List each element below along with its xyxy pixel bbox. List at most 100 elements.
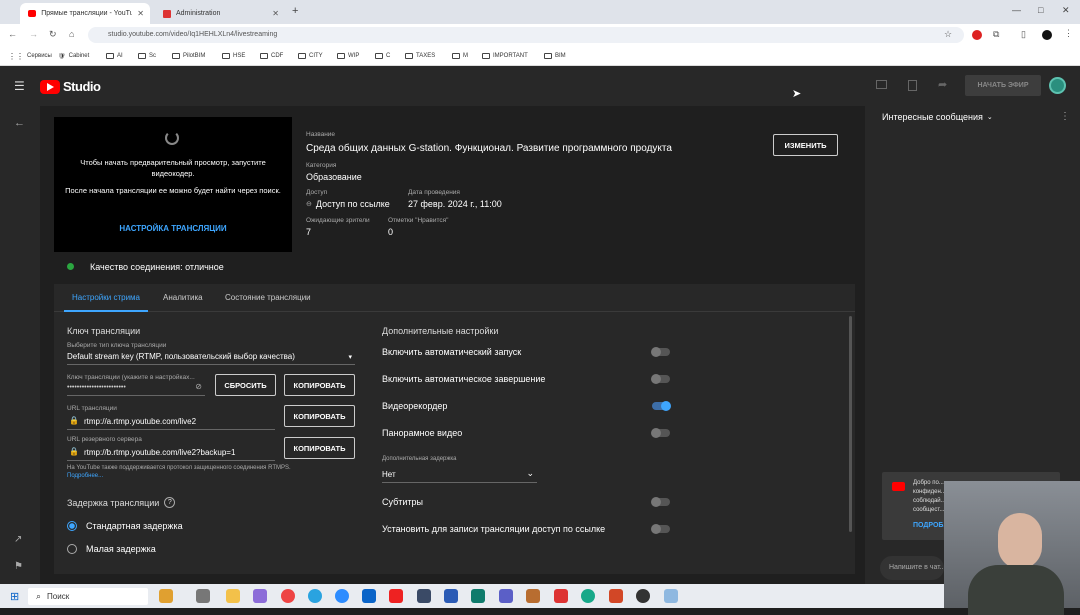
backup-url-field[interactable]: 🔒 rtmp://b.rtmp.youtube.com/live2?backup… [67, 445, 275, 461]
channel-avatar[interactable] [1049, 77, 1066, 94]
back-icon[interactable]: ← [8, 29, 17, 39]
bookmark-star-icon[interactable]: ☆ [944, 29, 952, 40]
bookmark-wip[interactable]: WIP [337, 50, 359, 62]
edit-button[interactable]: ИЗМЕНИТЬ [773, 134, 838, 156]
bookmark-cabinet[interactable]: 🛡 Cabinet [58, 50, 89, 62]
taskbar-app-icon[interactable] [526, 589, 540, 603]
back-arrow-icon[interactable]: ← [14, 117, 25, 129]
tab-stream-settings[interactable]: Настройки стрима [72, 293, 140, 302]
url-input[interactable]: studio.youtube.com/video/Iq1HEHLXLn4/liv… [88, 27, 964, 43]
maximize-icon[interactable]: □ [1038, 5, 1043, 15]
bookmark-c[interactable]: C [375, 50, 390, 62]
folder-icon [298, 53, 306, 59]
help-icon[interactable]: ? [164, 497, 176, 508]
dvr-toggle[interactable] [652, 401, 671, 411]
captions-toggle[interactable] [651, 497, 670, 507]
eye-off-icon[interactable]: ⊘ [195, 382, 202, 391]
bookmark-label: PilotBIM [183, 53, 206, 59]
unlisted-recording-toggle[interactable] [651, 524, 670, 534]
bookmark-sc[interactable]: Sc [138, 50, 156, 62]
taskbar-app-icon[interactable] [471, 589, 485, 603]
tab-youtube-studio[interactable]: Прямые трансляции - YouTub ✕ [20, 3, 150, 24]
bookmark-city[interactable]: CITY [298, 50, 323, 62]
tab-administration[interactable]: Administration ✕ [155, 3, 285, 24]
bookmark-services[interactable]: ⋮⋮ Сервисы [8, 50, 52, 62]
zoom-icon[interactable] [335, 589, 349, 603]
360-video-toggle[interactable] [651, 428, 670, 438]
bookmark-bim[interactable]: BIM [544, 50, 566, 62]
home-icon[interactable]: ⌂ [69, 29, 74, 39]
extensions-puzzle-icon[interactable]: ⧉ [993, 29, 999, 40]
word-icon[interactable] [444, 589, 458, 603]
profile-avatar[interactable] [1042, 30, 1052, 40]
reload-icon[interactable]: ↻ [49, 29, 57, 40]
reset-key-button[interactable]: СБРОСИТЬ [215, 374, 276, 396]
external-link-icon[interactable]: ↗ [14, 534, 22, 545]
bookmark-important[interactable]: IMPORTANT [482, 50, 528, 62]
chrome-icon[interactable] [281, 589, 295, 603]
stream-key-field[interactable]: •••••••••••••••••••••••• ⊘ [67, 382, 205, 396]
copy-key-button[interactable]: КОПИРОВАТЬ [284, 374, 355, 396]
teams-icon[interactable] [499, 589, 513, 603]
key-type-select[interactable]: Default stream key (RTMP, пользовательск… [67, 351, 355, 365]
folder-icon [172, 53, 180, 59]
hamburger-menu-icon[interactable]: ☰ [14, 79, 25, 93]
chat-mode-dropdown[interactable]: Интересные сообщения ⌄ [882, 112, 993, 122]
stream-url-field[interactable]: 🔒 rtmp://a.rtmp.youtube.com/live2 [67, 414, 275, 430]
taskbar-app-icon[interactable] [554, 589, 568, 603]
delay-select[interactable]: Нет ⌄ [382, 467, 537, 483]
backup-url-label: URL резервного сервера [67, 436, 142, 443]
chat-menu-icon[interactable]: ⋮ [1060, 111, 1070, 122]
bookmark-taxes[interactable]: TAXES [405, 50, 435, 62]
taskbar-app-icon[interactable] [664, 589, 678, 603]
youtube-taskbar-icon[interactable] [389, 589, 403, 603]
feedback-icon[interactable]: ⚑ [14, 561, 23, 572]
tab-stream-health[interactable]: Состояние трансляции [225, 293, 311, 302]
menu-kebab-icon[interactable]: ⋮ [1064, 28, 1073, 39]
youtube-icon [892, 482, 905, 491]
popout-icon[interactable] [876, 80, 887, 89]
auto-start-toggle[interactable] [651, 347, 670, 357]
taskbar-app-icon[interactable] [253, 589, 267, 603]
bookmark-hse[interactable]: HSE [222, 50, 245, 62]
powerpoint-icon[interactable] [609, 589, 623, 603]
forward-icon[interactable]: → [29, 29, 38, 39]
taskbar-app-icon[interactable] [636, 589, 650, 603]
latency-option-low[interactable]: Малая задержка [67, 544, 156, 554]
more-link[interactable]: Подробнее... [67, 473, 103, 479]
new-tab-icon[interactable]: + [292, 5, 298, 17]
studio-logo[interactable]: Studio [40, 79, 101, 94]
go-live-button[interactable]: НАЧАТЬ ЭФИР [965, 75, 1041, 96]
copy-url-button[interactable]: КОПИРОВАТЬ [284, 405, 355, 427]
sidepanel-icon[interactable]: ▯ [1021, 29, 1026, 40]
chat-input[interactable]: Напишите в чат... [880, 556, 944, 580]
extension-icon[interactable] [972, 30, 982, 40]
share-icon[interactable]: ➦ [938, 78, 947, 91]
bookmark-ai[interactable]: AI [106, 50, 123, 62]
latency-option-label: Малая задержка [86, 544, 156, 554]
windows-start-icon[interactable]: ⊞ [10, 590, 19, 603]
task-view-icon[interactable] [196, 589, 210, 603]
close-tab-icon[interactable]: ✕ [272, 9, 279, 18]
bookmark-label: AI [117, 53, 123, 59]
telegram-icon[interactable] [308, 589, 322, 603]
latency-option-standard[interactable]: Стандартная задержка [67, 521, 183, 531]
stream-settings-link[interactable]: НАСТРОЙКА ТРАНСЛЯЦИИ [64, 224, 282, 233]
tab-analytics[interactable]: Аналитика [163, 293, 203, 302]
window-close-icon[interactable]: ✕ [1062, 5, 1070, 16]
bookmark-icon[interactable] [908, 80, 917, 91]
bookmark-pilotbim[interactable]: PilotBIM [172, 50, 205, 62]
explorer-icon[interactable] [226, 589, 240, 603]
bookmark-m[interactable]: M [452, 50, 468, 62]
outlook-icon[interactable] [362, 589, 376, 603]
taskbar-search[interactable]: ⌕ Поиск [28, 588, 148, 605]
copy-backup-url-button[interactable]: КОПИРОВАТЬ [284, 437, 355, 459]
auto-stop-toggle[interactable] [651, 374, 670, 384]
taskbar-app-icon[interactable] [581, 589, 595, 603]
minimize-icon[interactable]: — [1012, 5, 1021, 15]
taskbar-app-icon[interactable] [417, 589, 431, 603]
bookmark-cdf[interactable]: CDF [260, 50, 283, 62]
taskbar-app-icon[interactable] [159, 589, 173, 603]
panel-scrollbar[interactable] [849, 316, 852, 532]
close-tab-icon[interactable]: ✕ [137, 9, 144, 18]
